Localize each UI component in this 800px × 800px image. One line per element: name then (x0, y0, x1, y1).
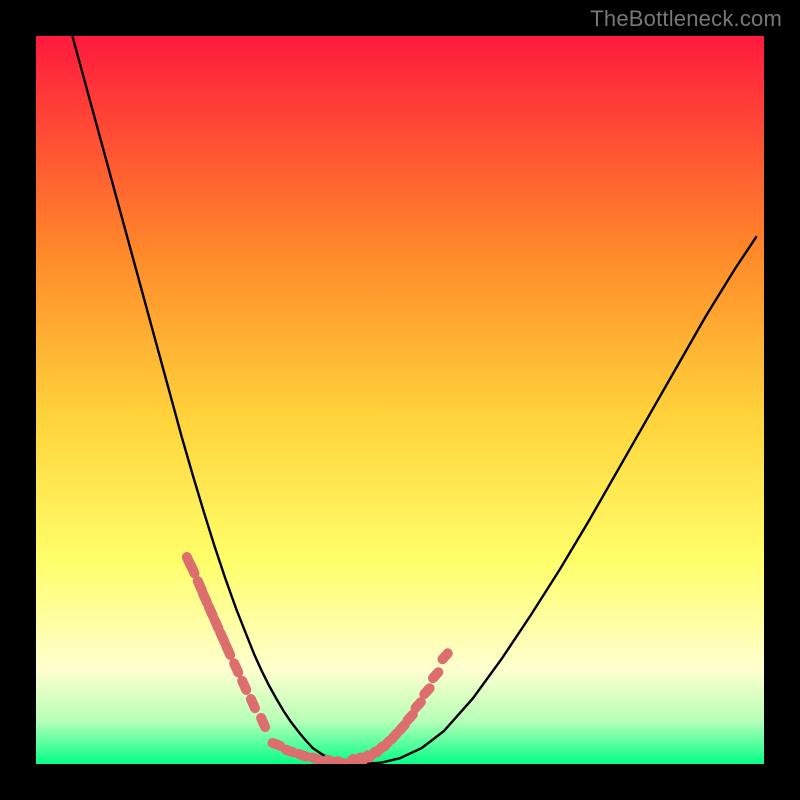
bottleneck-chart (36, 36, 764, 764)
gradient-background (36, 36, 764, 764)
watermark-text: TheBottleneck.com (590, 6, 782, 32)
plot-area (36, 36, 764, 764)
outer-frame: TheBottleneck.com (0, 0, 800, 800)
